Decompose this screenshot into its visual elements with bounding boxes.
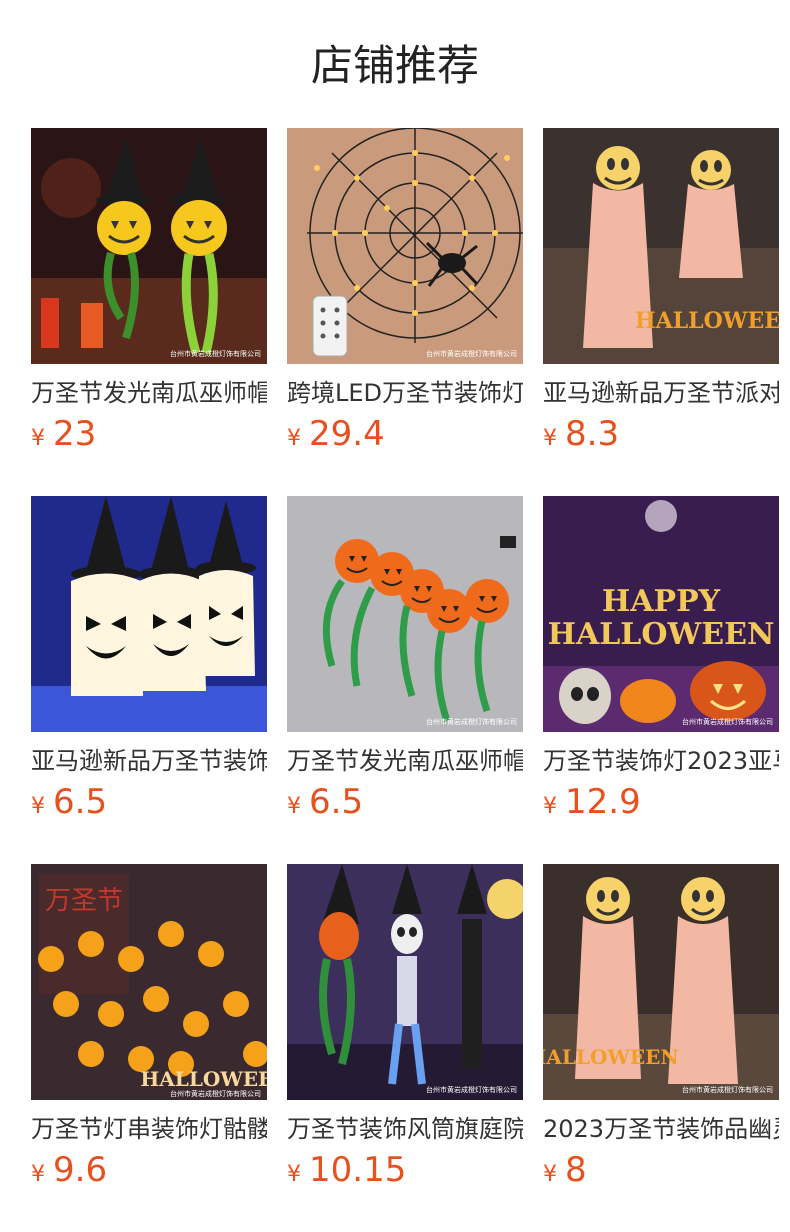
product-image[interactable]: HAPPY HALLOWEEN 台州市黄岩成橙灯饰有限公司	[543, 496, 779, 732]
price-value: 12.9	[565, 782, 641, 822]
pumpkin-windsock-image: 台州市黄岩成橙灯饰有限公司	[287, 496, 523, 732]
product-grid: 台州市黄岩成橙灯饰有限公司 万圣节发光南瓜巫师帽 ¥23 台州市黄岩成橙灯饰有限…	[0, 0, 790, 1232]
price-value: 6.5	[309, 782, 364, 822]
svg-text:HALLOWEEN: HALLOWEEN	[548, 617, 775, 652]
product-price: ¥8.3	[543, 414, 619, 458]
product-image[interactable]: HALLOWEEN	[543, 128, 779, 364]
product-name[interactable]: 跨境LED万圣节装饰灯	[287, 376, 523, 410]
currency-symbol: ¥	[31, 1162, 45, 1187]
product-name[interactable]: 2023万圣节装饰品幽灵	[543, 1112, 779, 1146]
product-name[interactable]: 亚马逊新品万圣节装饰	[31, 744, 267, 778]
price-value: 9.6	[53, 1150, 108, 1190]
product-price: ¥23	[31, 414, 96, 458]
product-price: ¥6.5	[287, 782, 363, 826]
currency-symbol: ¥	[287, 426, 301, 451]
product-image[interactable]: HALLOWEEN 台州市黄岩成橙灯饰有限公司	[543, 864, 779, 1100]
spider-web-light-image: 台州市黄岩成橙灯饰有限公司	[287, 128, 523, 364]
currency-symbol: ¥	[31, 426, 45, 451]
hanging-ghost-image: HALLOWEEN	[543, 128, 779, 364]
svg-text:HALLOWEEN: HALLOWEEN	[635, 308, 779, 334]
price-value: 23	[53, 414, 97, 454]
price-value: 29.4	[309, 414, 385, 454]
product-price: ¥6.5	[31, 782, 107, 826]
price-value: 8.3	[565, 414, 620, 454]
product-image[interactable]: 万圣节 HALLOWEEN 台州市黄岩成橙灯饰有限公司	[31, 864, 267, 1100]
product-name[interactable]: 万圣节发光南瓜巫师帽	[31, 376, 267, 410]
svg-text:台州市黄岩成橙灯饰有限公司: 台州市黄岩成橙灯饰有限公司	[170, 1089, 261, 1098]
product-name[interactable]: 万圣节灯串装饰灯骷髅	[31, 1112, 267, 1146]
glowing-ghost-witch-image	[31, 496, 267, 732]
currency-symbol: ¥	[287, 794, 301, 819]
svg-text:台州市黄岩成橙灯饰有限公司: 台州市黄岩成橙灯饰有限公司	[426, 349, 517, 358]
product-image[interactable]: 台州市黄岩成橙灯饰有限公司	[31, 128, 267, 364]
product-name[interactable]: 万圣节发光南瓜巫师帽	[287, 744, 523, 778]
product-image[interactable]: 台州市黄岩成橙灯饰有限公司	[287, 496, 523, 732]
currency-symbol: ¥	[543, 794, 557, 819]
product-name[interactable]: 亚马逊新品万圣节派对	[543, 376, 779, 410]
svg-text:台州市黄岩成橙灯饰有限公司: 台州市黄岩成橙灯饰有限公司	[682, 1085, 773, 1094]
currency-symbol: ¥	[543, 1162, 557, 1187]
product-price: ¥10.15	[287, 1150, 406, 1194]
svg-text:HALLOWEEN: HALLOWEEN	[140, 1067, 267, 1091]
product-image[interactable]: 台州市黄岩成橙灯饰有限公司	[287, 864, 523, 1100]
hanging-ghost-pair-image: HALLOWEEN 台州市黄岩成橙灯饰有限公司	[543, 864, 779, 1100]
product-price: ¥29.4	[287, 414, 385, 458]
product-name[interactable]: 万圣节装饰风筒旗庭院	[287, 1112, 523, 1146]
svg-text:台州市黄岩成橙灯饰有限公司: 台州市黄岩成橙灯饰有限公司	[426, 1085, 517, 1094]
product-price: ¥9.6	[31, 1150, 107, 1194]
currency-symbol: ¥	[543, 426, 557, 451]
product-name[interactable]: 万圣节装饰灯2023亚马逊	[543, 744, 779, 778]
product-image[interactable]	[31, 496, 267, 732]
currency-symbol: ¥	[287, 1162, 301, 1187]
price-value: 6.5	[53, 782, 108, 822]
currency-symbol: ¥	[31, 794, 45, 819]
happy-halloween-sign-image: HAPPY HALLOWEEN 台州市黄岩成橙灯饰有限公司	[543, 496, 779, 732]
svg-text:台州市黄岩成橙灯饰有限公司: 台州市黄岩成橙灯饰有限公司	[170, 349, 261, 358]
price-value: 8	[565, 1150, 587, 1190]
svg-text:HAPPY: HAPPY	[602, 584, 721, 619]
product-price: ¥8	[543, 1150, 587, 1194]
product-price: ¥12.9	[543, 782, 641, 826]
pumpkin-witch-lanterns-image: 台州市黄岩成橙灯饰有限公司	[31, 128, 267, 364]
svg-text:万圣节: 万圣节	[45, 886, 123, 916]
skeleton-windsock-image: 台州市黄岩成橙灯饰有限公司	[287, 864, 523, 1100]
pumpkin-string-lights-image: 万圣节 HALLOWEEN 台州市黄岩成橙灯饰有限公司	[31, 864, 267, 1100]
svg-text:HALLOWEEN: HALLOWEEN	[543, 1045, 679, 1069]
svg-text:台州市黄岩成橙灯饰有限公司: 台州市黄岩成橙灯饰有限公司	[426, 717, 517, 726]
svg-text:台州市黄岩成橙灯饰有限公司: 台州市黄岩成橙灯饰有限公司	[682, 717, 773, 726]
price-value: 10.15	[309, 1150, 407, 1190]
product-image[interactable]: 台州市黄岩成橙灯饰有限公司	[287, 128, 523, 364]
